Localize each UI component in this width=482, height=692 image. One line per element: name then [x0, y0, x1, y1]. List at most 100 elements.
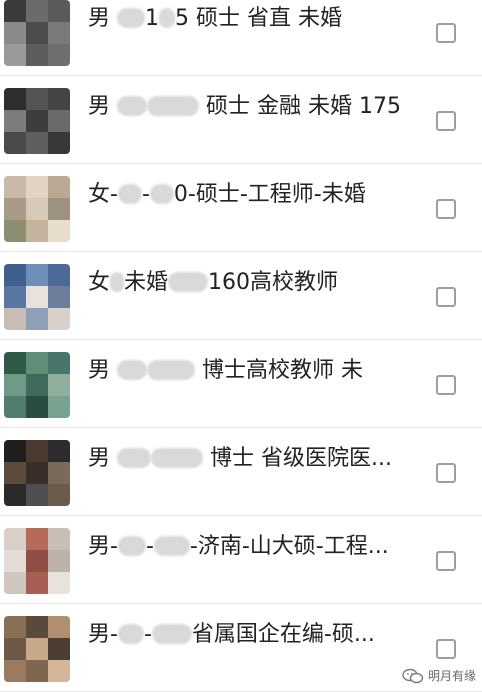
avatar-pixel [26, 396, 48, 418]
contact-row[interactable]: 男 1 5 硕士 省直 未婚 [0, 0, 482, 76]
avatar-pixel [4, 484, 26, 506]
avatar-pixel [48, 638, 70, 660]
avatar-pixel [48, 264, 70, 286]
contact-name-part: 硕士 金融 未婚 175 [199, 94, 401, 119]
contact-name: 男 硕士 金融 未婚 175 [88, 94, 418, 120]
avatar-pixel [4, 198, 26, 220]
watermark-text: 明月有缘 [427, 669, 476, 683]
contact-row[interactable]: 男- - -济南-山大硕-工程... [0, 516, 482, 604]
avatar-pixel [4, 374, 26, 396]
avatar-pixel [26, 572, 48, 594]
redacted-text [117, 184, 142, 204]
contact-name-part: 省属国企在编-硕... [191, 622, 375, 647]
avatar-pixel [4, 110, 26, 132]
avatar-pixel [26, 264, 48, 286]
contact-name: 女- -0-硕士-工程师-未婚 [88, 182, 418, 208]
avatar-pixel [4, 462, 26, 484]
avatar [4, 616, 70, 682]
avatar-pixel [4, 352, 26, 374]
avatar-pixel [48, 660, 70, 682]
avatar-pixel [4, 308, 26, 330]
contact-name-part: 5 硕士 省直 未婚 [175, 6, 342, 31]
avatar-pixel [4, 638, 26, 660]
avatar-pixel [26, 0, 48, 22]
avatar [4, 528, 70, 594]
wechat-icon [402, 668, 424, 683]
avatar-pixel [4, 176, 26, 198]
contact-name-part: 男- [88, 622, 118, 647]
contact-name-part: 0-硕士-工程师-未婚 [173, 182, 366, 207]
avatar-pixel [26, 440, 48, 462]
contact-row[interactable]: 男 博士 省级医院医... [0, 428, 482, 516]
avatar-pixel [48, 220, 70, 242]
avatar-pixel [48, 110, 70, 132]
avatar-pixel [4, 396, 26, 418]
avatar-pixel [4, 550, 26, 572]
avatar-pixel [26, 638, 48, 660]
select-checkbox[interactable] [436, 551, 456, 571]
avatar-pixel [48, 0, 70, 22]
avatar-pixel [26, 308, 48, 330]
avatar-pixel [26, 528, 48, 550]
avatar-pixel [48, 176, 70, 198]
avatar-pixel [26, 352, 48, 374]
redacted-text [153, 536, 190, 556]
avatar-pixel [48, 44, 70, 66]
avatar-pixel [4, 660, 26, 682]
select-checkbox[interactable] [436, 375, 456, 395]
contact-row[interactable]: 男 硕士 金融 未婚 175 [0, 76, 482, 164]
select-checkbox[interactable] [436, 639, 456, 659]
avatar-pixel [26, 198, 48, 220]
avatar-pixel [26, 484, 48, 506]
avatar-pixel [26, 132, 48, 154]
avatar-pixel [4, 616, 26, 638]
avatar-pixel [48, 462, 70, 484]
avatar-pixel [4, 22, 26, 44]
select-checkbox[interactable] [436, 111, 456, 131]
redacted-text [110, 272, 125, 292]
contact-name-part: 男- [88, 534, 118, 559]
avatar-pixel [48, 396, 70, 418]
contact-name-part: 男 [88, 6, 117, 31]
redacted-text [117, 8, 145, 28]
contact-name: 男 1 5 硕士 省直 未婚 [88, 6, 418, 32]
contact-name-part: 男 [88, 358, 117, 383]
contact-name-part: 博士 省级医院医... [203, 446, 392, 471]
redacted-text [151, 624, 192, 644]
avatar [4, 176, 70, 242]
select-checkbox[interactable] [436, 287, 456, 307]
redacted-text [117, 448, 151, 468]
avatar-pixel [26, 374, 48, 396]
contact-row[interactable]: 女- -0-硕士-工程师-未婚 [0, 164, 482, 252]
contact-row[interactable]: 女未婚 160高校教师 [0, 252, 482, 340]
avatar [4, 352, 70, 418]
avatar-pixel [4, 88, 26, 110]
avatar-pixel [26, 462, 48, 484]
contact-name-part: - [141, 182, 150, 207]
avatar-pixel [26, 660, 48, 682]
contact-name-part: -济南-山大硕-工程... [189, 534, 389, 559]
avatar-pixel [48, 88, 70, 110]
avatar-pixel [48, 616, 70, 638]
avatar [4, 264, 70, 330]
avatar-pixel [4, 528, 26, 550]
avatar-pixel [48, 528, 70, 550]
contact-name-part: - [143, 622, 152, 647]
contact-name-part: 男 [88, 446, 117, 471]
redacted-text [147, 96, 199, 116]
select-checkbox[interactable] [436, 23, 456, 43]
avatar-pixel [26, 550, 48, 572]
avatar-pixel [4, 286, 26, 308]
avatar-pixel [4, 132, 26, 154]
redacted-text [151, 448, 203, 468]
avatar-pixel [48, 198, 70, 220]
avatar-pixel [26, 176, 48, 198]
contact-name-part: 男 [88, 94, 117, 119]
select-checkbox[interactable] [436, 199, 456, 219]
select-checkbox[interactable] [436, 463, 456, 483]
avatar-pixel [48, 132, 70, 154]
contact-row[interactable]: 男 博士高校教师 未 [0, 340, 482, 428]
avatar-pixel [48, 308, 70, 330]
avatar-pixel [4, 0, 26, 22]
contact-name-part: 博士高校教师 未 [195, 358, 363, 383]
